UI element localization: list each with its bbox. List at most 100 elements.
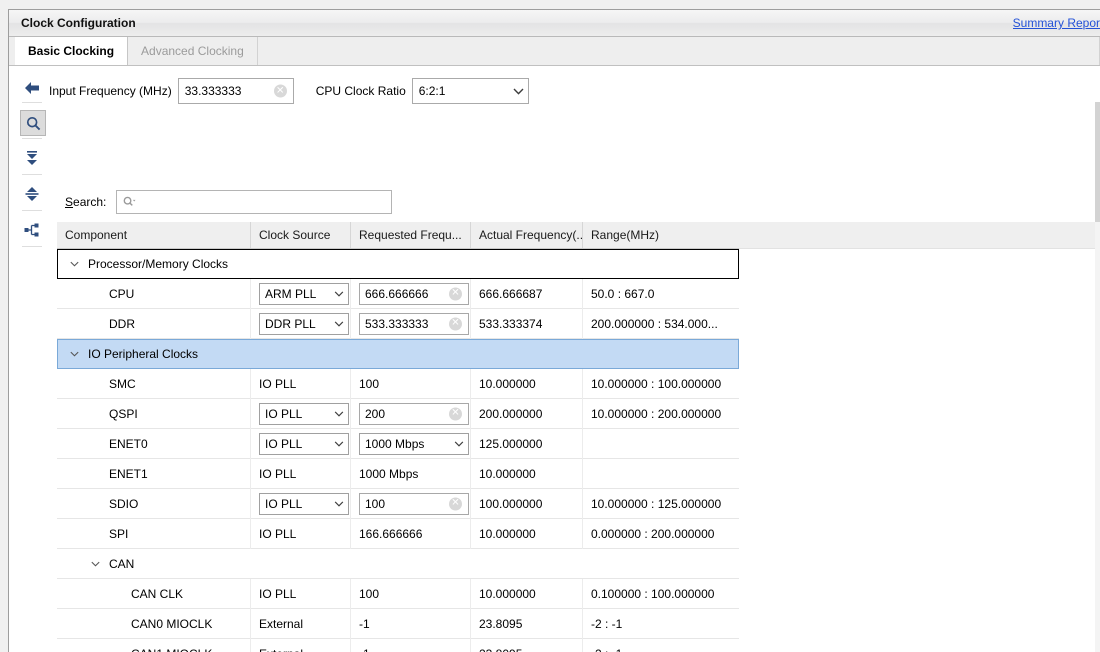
cell-input[interactable]: 666.666666 ✕ (359, 282, 469, 305)
cell-requested-frequency[interactable]: 533.333333 ✕ (351, 308, 471, 339)
cell-clock-source[interactable]: IO PLL (251, 428, 351, 459)
component-name: SMC (109, 376, 136, 391)
cell-input-value: 666.666666 (365, 286, 429, 301)
cell-clock-source[interactable]: DDR PLL (251, 308, 351, 339)
table-row[interactable]: DDR DDR PLL 533.333333 ✕ 533.333374 200.00000… (57, 308, 739, 339)
table-row[interactable]: CAN1 MIOCLK External -1 23.8095-2 : -1 (57, 638, 739, 652)
chevron-down-icon[interactable] (87, 561, 103, 567)
table-row[interactable]: ENET0 IO PLL 1000 Mbps 125.000000 (57, 428, 739, 459)
search-icon[interactable] (20, 110, 46, 136)
cell-component: QSPI (57, 398, 251, 429)
cell-select[interactable]: IO PLL (259, 492, 349, 515)
clear-icon[interactable]: ✕ (273, 84, 287, 98)
back-arrow-icon[interactable] (20, 76, 44, 100)
table-row[interactable]: CAN CLK IO PLL 100 10.000000 0.100000 : 100.… (57, 578, 739, 609)
cell-actual-frequency: 200.000000 (471, 398, 583, 429)
tab-bar: Basic Clocking Advanced Clocking (9, 37, 1100, 66)
chevron-down-icon[interactable] (66, 351, 82, 357)
chevron-down-icon[interactable] (66, 261, 82, 267)
vertical-scrollbar[interactable] (1095, 102, 1100, 652)
table-row[interactable]: QSPI IO PLL 200 ✕ 200.000000 10.000000 : 200.… (57, 398, 739, 429)
cell-clock-source: IO PLL (251, 518, 351, 549)
cell-clock-source: IO PLL (251, 368, 351, 399)
tab-basic-clocking[interactable]: Basic Clocking (15, 37, 129, 65)
column-header-3[interactable]: Actual Frequency(... (471, 222, 583, 248)
cell-requested-frequency: 100 (351, 368, 471, 399)
cell-component: SDIO (57, 488, 251, 519)
cell-actual-frequency: 100.000000 (471, 488, 583, 519)
cell-requested-frequency[interactable]: 666.666666 ✕ (351, 278, 471, 309)
column-header-1[interactable]: Clock Source (251, 222, 351, 248)
cell-requested-frequency[interactable]: 1000 Mbps (351, 428, 471, 459)
cpu-clock-ratio-select[interactable]: 6:2:1 (411, 78, 529, 104)
table-row[interactable]: ENET1 IO PLL 1000 Mbps 10.000000 (57, 458, 739, 489)
group-row-label: Processor/Memory Clocks (88, 257, 229, 271)
table-row[interactable]: SMC IO PLL 100 10.000000 10.000000 : 100.000… (57, 368, 739, 399)
cell-select[interactable]: ARM PLL (259, 282, 349, 305)
scrollbar-thumb[interactable] (1095, 102, 1100, 222)
cell-input[interactable]: 100 ✕ (359, 492, 469, 515)
cell-input[interactable]: 200 ✕ (359, 402, 469, 425)
cell-select-value: DDR PLL (265, 316, 316, 331)
cell-input[interactable]: 533.333333 ✕ (359, 312, 469, 335)
component-name: ENET1 (109, 466, 148, 481)
tab-advanced-clocking-label: Advanced Clocking (141, 44, 244, 58)
cell-input-value: 533.333333 (365, 316, 429, 331)
clock-configuration-panel: Clock Configuration Summary Repor Basic … (8, 9, 1100, 652)
cell-requested-frequency[interactable]: 200 ✕ (351, 398, 471, 429)
column-header-4[interactable]: Range(MHz) (583, 222, 737, 248)
app-root: Clock Configuration Summary Repor Basic … (0, 0, 1100, 652)
table-group-row[interactable]: Processor/Memory Clocks (57, 249, 739, 279)
cell-clock-source: IO PLL (251, 458, 351, 489)
clear-icon[interactable]: ✕ (449, 317, 462, 330)
search-row: Search: (65, 190, 393, 214)
cell-clock-source[interactable]: IO PLL (251, 398, 351, 429)
clear-icon[interactable]: ✕ (449, 407, 462, 420)
chevron-down-icon (330, 440, 348, 447)
cell-select[interactable]: IO PLL (259, 432, 349, 455)
cell-clock-source: IO PLL (251, 578, 351, 609)
table-row[interactable]: CPU ARM PLL 666.666666 ✕ 666.666687 50.0 : 66… (57, 278, 739, 309)
expand-all-icon[interactable] (20, 182, 44, 206)
table-row[interactable]: SPI IO PLL 166.666666 10.000000 0.000000 : 2… (57, 518, 739, 549)
search-input[interactable] (116, 190, 393, 214)
table-row[interactable]: SDIO IO PLL 100 ✕ 100.000000 10.000000 : 125.… (57, 488, 739, 519)
clear-icon[interactable]: ✕ (449, 287, 462, 300)
column-header-2[interactable]: Requested Frequ... (351, 222, 471, 248)
cell-clock-source: External (251, 638, 351, 652)
cell-clock-source[interactable]: ARM PLL (251, 278, 351, 309)
component-name: SDIO (109, 496, 139, 511)
cell-requested-frequency[interactable]: 100 ✕ (351, 488, 471, 519)
table-group-row[interactable]: IO Peripheral Clocks (57, 339, 739, 369)
cell-actual-frequency: 533.333374 (471, 308, 583, 339)
hierarchy-icon[interactable] (20, 218, 44, 242)
panel-title-bar: Clock Configuration Summary Repor (9, 10, 1100, 37)
cell-text: External (259, 616, 304, 631)
cell-text: IO PLL (259, 526, 297, 541)
tab-advanced-clocking[interactable]: Advanced Clocking (128, 37, 258, 65)
clock-table: Component Clock Source Requested Frequ... A… (57, 222, 739, 652)
collapse-all-icon[interactable] (20, 146, 44, 170)
cell-clock-source[interactable]: IO PLL (251, 488, 351, 519)
cell-select[interactable]: IO PLL (259, 402, 349, 425)
clear-icon[interactable]: ✕ (449, 497, 462, 510)
cell-text: 166.666666 (359, 526, 423, 541)
cell-range: 200.000000 : 534.000... (591, 316, 718, 331)
chevron-down-icon (330, 410, 348, 417)
cell-select[interactable]: DDR PLL (259, 312, 349, 335)
cell-text: -1 (359, 647, 370, 652)
input-frequency-field[interactable]: 33.333333 ✕ (177, 78, 294, 104)
cell-select[interactable]: 1000 Mbps (359, 432, 469, 455)
cell-component: CPU (57, 278, 251, 309)
summary-report-link[interactable]: Summary Repor (1013, 10, 1100, 36)
cell-component: ENET1 (57, 458, 251, 489)
table-group-row[interactable]: CAN (57, 549, 739, 579)
column-header-0[interactable]: Component (57, 222, 251, 248)
tab-bar-filler (258, 37, 1100, 65)
cell-component: SPI (57, 518, 251, 549)
table-row[interactable]: CAN0 MIOCLK External -1 23.8095 -2 : -1 (57, 608, 739, 639)
input-frequency-label: Input Frequency (MHz) (49, 84, 172, 98)
tool-rail (9, 66, 49, 652)
cell-actual-frequency: 125.000000 (471, 428, 583, 459)
cell-component: ENET0 (57, 428, 251, 459)
